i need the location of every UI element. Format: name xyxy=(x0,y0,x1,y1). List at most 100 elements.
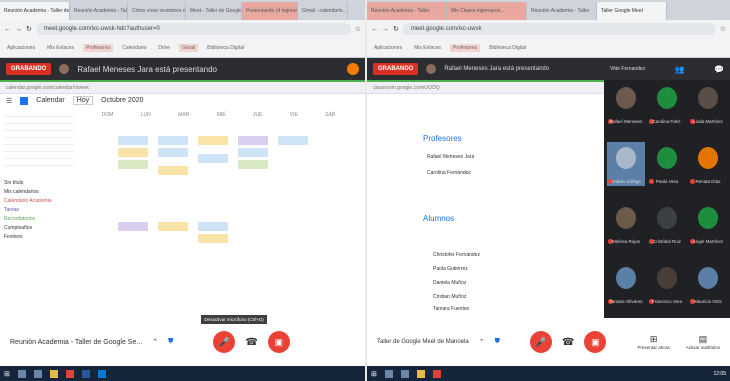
shield-icon[interactable]: ⛊ xyxy=(495,338,500,346)
chevron-up-icon[interactable]: ⌃ xyxy=(152,338,158,346)
calendar-event[interactable] xyxy=(198,234,228,243)
right-url-field[interactable]: meet.google.com/ixc-uwsk xyxy=(402,23,716,35)
left-tab[interactable]: Gmail - calendario... xyxy=(298,2,348,20)
forward-icon[interactable]: → xyxy=(382,26,389,33)
shield-icon[interactable]: ⛊ xyxy=(168,338,173,346)
back-icon[interactable]: ← xyxy=(371,26,378,33)
sidebar-item[interactable]: Tareas xyxy=(4,207,74,213)
taskview-icon[interactable] xyxy=(33,369,42,378)
participant-tile[interactable]: Linda Martínez xyxy=(689,82,727,126)
calendar-event[interactable] xyxy=(158,136,188,145)
bookmark-item[interactable]: Biblioteca Digital xyxy=(204,44,247,52)
calendar-event[interactable] xyxy=(238,160,268,169)
mic-toggle-button[interactable]: 🎤 xyxy=(213,331,236,353)
bookmark-item[interactable]: Profesores xyxy=(83,43,114,52)
participant-tile[interactable]: Francisco Vera xyxy=(648,262,686,306)
calendar-event[interactable] xyxy=(198,136,228,145)
calendar-event[interactable] xyxy=(198,222,228,231)
participant-tile[interactable]: Melissa Rojas xyxy=(607,202,645,246)
calendar-event[interactable] xyxy=(118,160,148,169)
bookmark-item[interactable]: Gmail xyxy=(179,43,199,52)
star-icon[interactable]: ☆ xyxy=(355,25,361,33)
right-tab[interactable]: Taller Google Meet xyxy=(597,2,667,20)
calendar-event[interactable] xyxy=(238,148,268,157)
meeting-name[interactable]: Taller de Google Meet de Manoela xyxy=(377,339,469,345)
chrome-icon[interactable] xyxy=(65,369,74,378)
windows-icon[interactable]: ⊞ xyxy=(4,370,10,378)
outlook-icon[interactable] xyxy=(97,369,106,378)
participant-tile[interactable]: Renata Díaz xyxy=(689,142,727,186)
bookmark-item[interactable]: Aplicaciones xyxy=(4,44,38,52)
bookmark-item[interactable]: Profesores xyxy=(450,43,481,52)
bookmark-item[interactable]: Drive xyxy=(155,44,173,52)
bookmark-item[interactable]: Calendario xyxy=(119,44,149,52)
student-item[interactable]: Daniela Muñoz xyxy=(433,280,466,286)
sidebar-item[interactable]: Festivos xyxy=(4,234,74,240)
chevron-up-icon[interactable]: ⌃ xyxy=(479,338,485,346)
search-icon[interactable] xyxy=(384,369,393,378)
sidebar-item[interactable]: Recordatorios xyxy=(4,216,74,222)
student-item[interactable]: Paola Gutiérrez xyxy=(433,266,468,272)
chat-icon[interactable]: 💬 xyxy=(714,65,724,74)
student-item[interactable]: Tamara Fuentes xyxy=(433,306,469,312)
student-item[interactable]: Christofer Fernández xyxy=(433,252,480,258)
teacher-item[interactable]: Carolina Fernández xyxy=(427,170,471,176)
bookmark-item[interactable]: Mis Enlaces xyxy=(44,44,77,52)
bookmark-item[interactable]: Biblioteca Digital xyxy=(486,44,529,52)
student-item[interactable]: Cristian Muñoz xyxy=(433,294,466,300)
sidebar-item[interactable]: Mis calendarios xyxy=(4,189,74,195)
taskview-icon[interactable] xyxy=(400,369,409,378)
calendar-event[interactable] xyxy=(198,154,228,163)
participant-tile[interactable]: Carolina Fdez. xyxy=(648,82,686,126)
calendar-event[interactable] xyxy=(158,166,188,175)
left-tab[interactable]: Reunión Academia - Taller de G... xyxy=(70,2,128,20)
calendar-event[interactable] xyxy=(238,136,268,145)
subtitles-button[interactable]: ▤ Activar subtítulos xyxy=(686,334,720,350)
mic-toggle-button[interactable]: 🎤 xyxy=(529,331,552,353)
hangup-button[interactable]: ☎ xyxy=(562,337,574,348)
sidebar-item[interactable]: Cumpleaños xyxy=(4,225,74,231)
people-icon[interactable]: 👥 xyxy=(675,65,685,74)
calendar-event[interactable] xyxy=(158,148,188,157)
participant-tile[interactable]: Rafael Meneses xyxy=(607,82,645,126)
present-now-button[interactable]: ⊞ Presentar ahora xyxy=(637,334,669,350)
chrome-icon[interactable] xyxy=(432,369,441,378)
left-tab[interactable]: Presentando (4 ingresaron... xyxy=(242,2,298,20)
explorer-icon[interactable] xyxy=(49,369,58,378)
menu-icon[interactable]: ☰ xyxy=(6,97,12,105)
sidebar-item[interactable]: Calendario Academia xyxy=(4,198,74,204)
hangup-button[interactable]: ☎ xyxy=(245,337,257,348)
today-button[interactable]: Hoy xyxy=(72,96,94,105)
participant-tile[interactable]: Tamara Olivares xyxy=(607,262,645,306)
participant-tile[interactable]: Mauricio Ortiz xyxy=(689,262,727,306)
right-tab[interactable]: Mis Clases ingresaron... xyxy=(447,2,527,20)
self-avatar[interactable] xyxy=(347,63,359,75)
camera-toggle-button[interactable]: ▣ xyxy=(584,331,607,353)
sidebar-item[interactable]: Sin título xyxy=(4,180,74,186)
teacher-item[interactable]: Rafael Meneses Jara xyxy=(427,154,474,160)
calendar-event[interactable] xyxy=(118,136,148,145)
word-icon[interactable] xyxy=(81,369,90,378)
search-icon[interactable] xyxy=(17,369,26,378)
reload-icon[interactable]: ↻ xyxy=(26,25,32,33)
participant-tile[interactable]: Paola Vera xyxy=(648,142,686,186)
bookmark-item[interactable]: Aplicaciones xyxy=(371,44,405,52)
bookmark-item[interactable]: Mis Enlaces xyxy=(411,44,444,52)
star-icon[interactable]: ☆ xyxy=(720,25,726,33)
meeting-name[interactable]: Reunión Academia - Taller de Google Se..… xyxy=(10,339,142,346)
participant-tile[interactable]: Ángel Martínez xyxy=(689,202,727,246)
calendar-event[interactable] xyxy=(118,148,148,157)
participant-tile[interactable]: Cristóbal Ruiz xyxy=(648,202,686,246)
calendar-week-grid[interactable]: DOM LUN MAR MIÉ JUE VIE SÁB xyxy=(88,112,349,308)
reload-icon[interactable]: ↻ xyxy=(393,25,399,33)
calendar-event[interactable] xyxy=(118,222,148,231)
right-tab[interactable]: Reunión Academia - Taller xyxy=(527,2,597,20)
camera-toggle-button[interactable]: ▣ xyxy=(267,331,290,353)
mini-calendar[interactable] xyxy=(4,112,74,172)
forward-icon[interactable]: → xyxy=(15,26,22,33)
right-tab[interactable]: Reunión Academia - Taller xyxy=(367,2,447,20)
left-url-field[interactable]: meet.google.com/ixc-uwsk-hdc?authuser=0 xyxy=(35,23,351,35)
calendar-event[interactable] xyxy=(278,136,308,145)
explorer-icon[interactable] xyxy=(416,369,425,378)
windows-icon[interactable]: ⊞ xyxy=(371,370,377,378)
